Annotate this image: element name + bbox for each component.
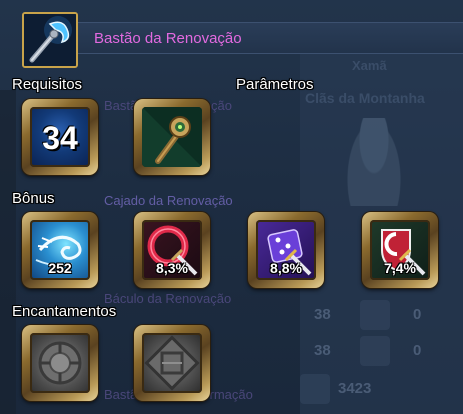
background-stat: 3423 xyxy=(338,380,372,397)
background-item-2: Cajado da Renovação xyxy=(104,193,233,208)
bonus-slot-4[interactable]: 7,4% xyxy=(362,212,438,288)
purple-dice-sword-icon: 8,8% xyxy=(256,220,316,280)
background-slot xyxy=(300,374,330,404)
wind-swirl-icon: 252 xyxy=(30,220,90,280)
bonus-value: 252 xyxy=(48,260,72,276)
grey-circle-rune-icon xyxy=(30,333,90,393)
parameters-heading: Parâmetros xyxy=(236,76,314,93)
red-shield-sword-icon: 7,4% xyxy=(370,220,430,280)
bonus-slot-3[interactable]: 8,8% xyxy=(248,212,324,288)
totem-staff-icon xyxy=(142,107,202,167)
background-character-figure xyxy=(345,118,403,206)
red-ring-sword-icon: 8,3% xyxy=(142,220,202,280)
background-stat: 38 xyxy=(314,306,331,323)
item-name: Bastão da Renovação xyxy=(94,30,242,47)
background-stat: 0 xyxy=(413,342,422,359)
background-faction-label: Clãs da Montanha xyxy=(305,90,425,106)
background-stat: 0 xyxy=(413,306,422,323)
background-slot xyxy=(360,300,390,330)
bonus-value: 8,3% xyxy=(156,260,188,276)
background-left-column xyxy=(0,90,16,414)
staff-icon xyxy=(22,12,78,68)
item-header: Bastão da Renovação xyxy=(10,8,463,68)
enchantment-slot-2[interactable] xyxy=(134,325,210,401)
background-item-3: Báculo da Renovação xyxy=(104,291,232,306)
required-level: 34 xyxy=(42,120,78,156)
grey-square-rune-icon xyxy=(142,333,202,393)
enchantments-heading: Encantamentos xyxy=(12,303,117,320)
level-icon: 34 xyxy=(30,107,90,167)
background-slot xyxy=(360,336,390,366)
bonus-value: 8,8% xyxy=(270,260,302,276)
requirement-level-slot[interactable]: 34 xyxy=(22,99,98,175)
bonus-value: 7,4% xyxy=(384,260,416,276)
requirements-heading: Requisitos xyxy=(12,76,83,93)
parameter-slot[interactable] xyxy=(134,99,210,175)
background-stat: 38 xyxy=(314,342,331,359)
enchantment-slot-1[interactable] xyxy=(22,325,98,401)
bonus-heading: Bônus xyxy=(12,190,55,207)
bonus-slot-2[interactable]: 8,3% xyxy=(134,212,210,288)
bonus-slot-1[interactable]: 252 xyxy=(22,212,98,288)
